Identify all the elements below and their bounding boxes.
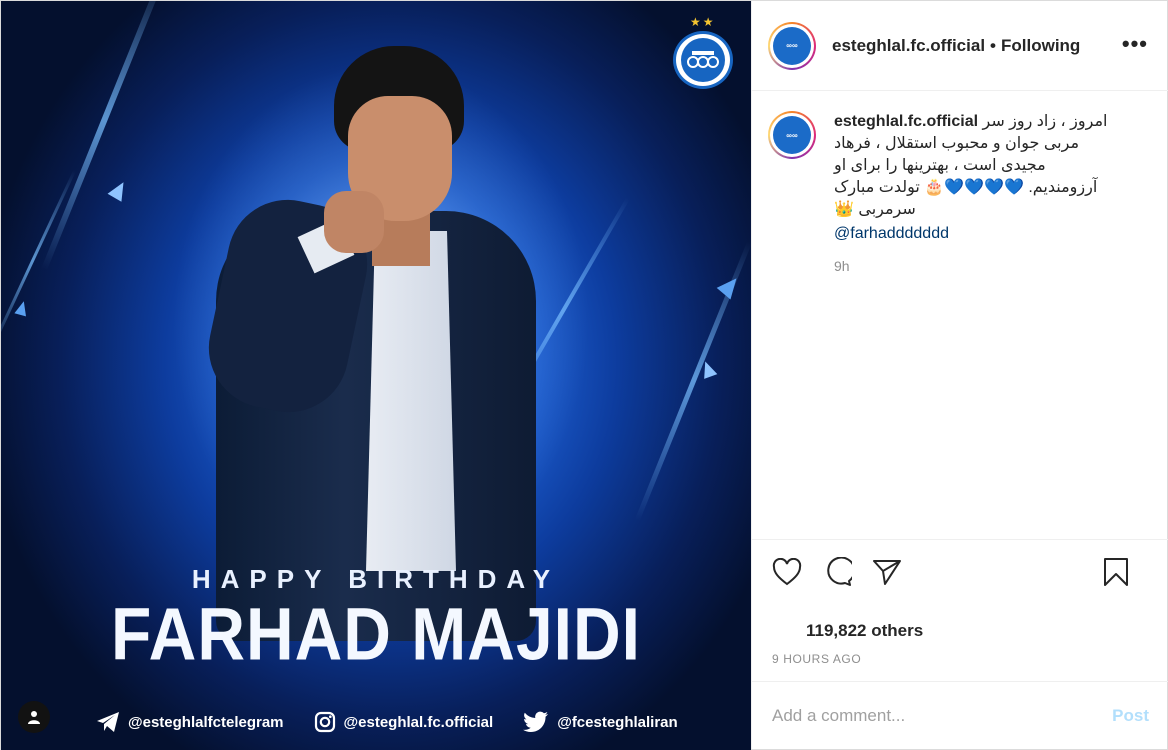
stars-icon: ★★ [690, 15, 716, 29]
club-rings-icon [687, 51, 719, 68]
shard-shape [14, 299, 30, 317]
social-handle: @esteghlal.fc.official [343, 713, 494, 731]
player-photo [196, 41, 556, 641]
username-link[interactable]: esteghlal.fc.official [832, 36, 985, 56]
send-icon [873, 559, 901, 585]
club-logo [673, 31, 733, 89]
club-logo-mark [681, 38, 725, 82]
action-bar [752, 539, 1168, 603]
post-modal: ★★ HAPPY BIRTHDAY FARHAD MAJIDI @esteghl… [0, 0, 1168, 750]
social-instagram: @esteghlal.fc.official [314, 711, 494, 733]
save-button[interactable] [1103, 557, 1129, 587]
player-name-text: FARHAD MAJIDI [110, 592, 641, 675]
club-logo-icon: ∞∞ [773, 26, 811, 65]
post-timestamp[interactable]: 9 HOURS AGO [772, 652, 861, 666]
user-icon [28, 711, 40, 724]
social-telegram: @esteghlalfctelegram [96, 711, 284, 733]
shard-shape [716, 272, 744, 300]
post-header: ∞∞ esteghlal.fc.official • Following ••• [752, 1, 1168, 91]
share-button[interactable] [872, 558, 902, 586]
fist-shape [324, 191, 384, 253]
club-logo-icon: ∞∞ [773, 116, 811, 154]
social-handles: @esteghlalfctelegram @esteghlal.fc.offic… [96, 709, 708, 735]
caption-section: ∞∞ esteghlal.fc.official امروز ، زاد روز… [768, 111, 1152, 277]
post-sidebar: ∞∞ esteghlal.fc.official • Following •••… [751, 1, 1168, 749]
mention-link[interactable]: @farhaddddddd [834, 223, 1114, 245]
shirt-shape [366, 231, 456, 571]
social-handle: @fcesteghlaliran [557, 713, 678, 731]
comment-icon [827, 556, 852, 586]
comment-button[interactable] [822, 556, 852, 587]
light-streak [1, 169, 77, 353]
telegram-icon [97, 712, 119, 732]
post-comment-button[interactable]: Post [1112, 706, 1149, 726]
following-button[interactable]: Following [1001, 36, 1080, 56]
caption-timestamp[interactable]: 9h [834, 255, 1114, 277]
comment-form: Post [752, 681, 1168, 749]
bookmark-icon [1104, 557, 1128, 586]
tagged-users-button[interactable] [18, 701, 50, 733]
light-streak [41, 1, 167, 271]
caption: esteghlal.fc.official امروز ، زاد روز سر… [834, 111, 1114, 277]
separator-dot: • [990, 35, 996, 55]
avatar[interactable]: ∞∞ [768, 111, 816, 159]
comment-input[interactable] [772, 705, 1113, 726]
more-options-icon[interactable]: ••• [1122, 33, 1148, 55]
shard-shape [698, 359, 718, 379]
like-button[interactable] [772, 557, 802, 586]
social-handle: @esteghlalfctelegram [128, 713, 284, 731]
social-twitter: @fcesteghlaliran [523, 711, 678, 733]
instagram-icon [314, 711, 335, 733]
post-image[interactable]: ★★ HAPPY BIRTHDAY FARHAD MAJIDI @esteghl… [1, 1, 751, 750]
caption-username-link[interactable]: esteghlal.fc.official [834, 113, 978, 130]
heart-icon [772, 557, 802, 585]
avatar[interactable]: ∞∞ [768, 21, 816, 70]
shard-shape [107, 178, 131, 202]
twitter-icon [523, 711, 549, 733]
likes-count[interactable]: 119,822 others [806, 621, 923, 641]
